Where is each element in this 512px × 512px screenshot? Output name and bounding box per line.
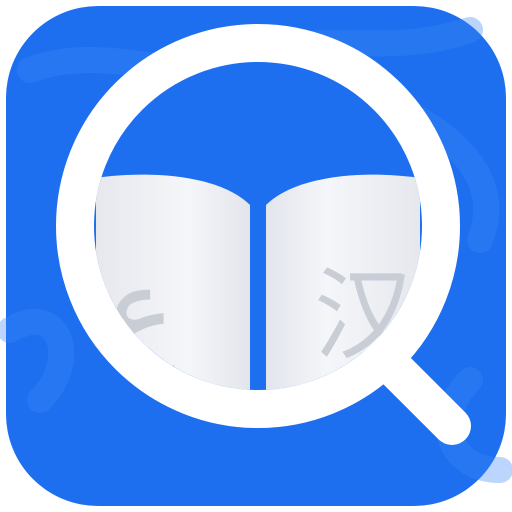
app-icon[interactable]: ع 汉 (0, 0, 512, 512)
app-icon-graphic: ع 汉 (0, 6, 512, 506)
book-spine (250, 193, 266, 390)
